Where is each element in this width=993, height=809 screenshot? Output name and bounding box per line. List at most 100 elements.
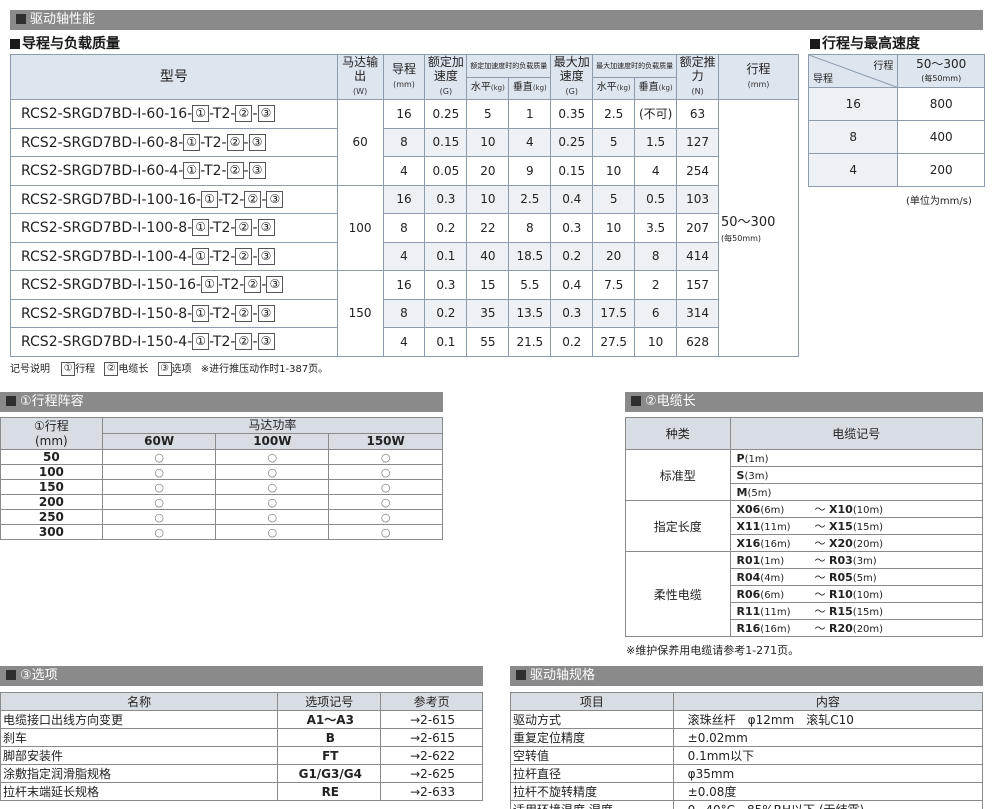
max-h-cell: 7.5	[592, 270, 636, 300]
max-v-cell: (不可)	[634, 99, 678, 129]
table-row: 柔性电缆 R01(1m) ～ R03(3m)	[625, 551, 984, 637]
header-option-code: 选项记号	[277, 692, 382, 711]
thrust-cell: 628	[676, 327, 720, 357]
header-item: 项目	[510, 692, 674, 711]
header-100w: 100W	[215, 433, 330, 450]
thrust-cell: 63	[676, 99, 720, 129]
circle-mark: ○	[215, 464, 330, 480]
lead-cell: 8	[382, 298, 426, 328]
speed-lead-cell: 8	[807, 120, 899, 154]
table-row: RCS2-SRGD7BD-I-60-8- ① -T2- ② - ③ 8 0.15 10 4…	[10, 127, 799, 157]
rated-h-cell: 20	[466, 156, 510, 186]
table-row: 16 800	[807, 87, 985, 121]
spec-item: 重复定位精度	[510, 728, 674, 747]
square-icon	[6, 396, 16, 406]
speed-value-cell: 400	[897, 120, 985, 154]
square-icon	[16, 14, 26, 24]
header-rated-accel: 额定加速度 (G)	[424, 54, 468, 100]
option-name: 刹车	[0, 728, 279, 747]
option-ref-link[interactable]: →2-615	[380, 728, 483, 747]
spec-item: 空转值	[510, 746, 674, 765]
header-max-accel: 最大加速度 (G)	[550, 54, 594, 100]
rated-v-cell: 18.5	[508, 241, 552, 271]
spec-content: 0.1mm以下	[672, 746, 984, 765]
table-row: 脚部安装件 FT →2-622	[0, 746, 483, 765]
speed-stroke-head: 50～300 (每50mm)	[897, 54, 985, 88]
section-bar-options: ③选项	[0, 666, 483, 686]
max-accel-cell: 0.2	[550, 327, 594, 357]
spec-content: ±0.02mm	[672, 728, 984, 747]
rated-v-cell: 5.5	[508, 270, 552, 300]
table-row: 50 ○ ○ ○	[0, 449, 443, 465]
thrust-cell: 157	[676, 270, 720, 300]
table-row: 指定长度 X06(6m) ～ X10(10m)	[625, 500, 984, 552]
max-h-cell: 5	[592, 184, 636, 214]
option-name: 拉杆末端延长规格	[0, 782, 279, 801]
thrust-cell: 314	[676, 298, 720, 328]
table-row: 100 ○ ○ ○	[0, 464, 443, 480]
max-v-cell: 10	[634, 327, 678, 357]
max-v-cell: 1.5	[634, 127, 678, 157]
option-ref-link[interactable]: →2-615	[380, 710, 483, 729]
rated-h-cell: 10	[466, 184, 510, 214]
header-max-horizontal: 水平(kg)	[592, 76, 636, 100]
header-lead: 导程 (mm)	[382, 54, 426, 100]
header-stroke: ①行程 (mm)	[0, 417, 103, 450]
stroke-cell: 200	[0, 494, 103, 510]
model-cell: RCS2-SRGD7BD-I-150-4- ① -T2- ② - ③	[10, 327, 338, 357]
table-row: 拉杆直径 φ35mm	[510, 764, 984, 783]
max-h-cell: 10	[592, 156, 636, 186]
thrust-cell: 103	[676, 184, 720, 214]
circle-mark: ○	[328, 479, 443, 495]
header-motor: 马达输出 (W)	[336, 54, 384, 100]
motor-cell: 100	[336, 184, 384, 271]
rated-v-cell: 2.5	[508, 184, 552, 214]
cable-code-cell: X11(11m) ～ X15(15m)	[729, 517, 984, 535]
max-h-cell: 10	[592, 213, 636, 243]
option-code: B	[277, 728, 382, 747]
lead-cell: 4	[382, 156, 426, 186]
max-accel-cell: 0.35	[550, 99, 594, 129]
max-h-cell: 5	[592, 127, 636, 157]
option-ref-link[interactable]: →2-625	[380, 764, 483, 783]
rated-v-cell: 1	[508, 99, 552, 129]
spec-content: 滚珠丝杆 φ12mm 滚轧C10	[672, 710, 984, 729]
option-name: 脚部安装件	[0, 746, 279, 765]
option-ref-link[interactable]: →2-622	[380, 746, 483, 765]
thrust-cell: 414	[676, 241, 720, 271]
circle-mark: ○	[328, 509, 443, 525]
circle-mark: ○	[328, 449, 443, 465]
table-row: 空转值 0.1mm以下	[510, 746, 984, 765]
cable-code-cell: R06(6m) ～ R10(10m)	[729, 585, 984, 603]
spec-item: 拉杆不旋转精度	[510, 782, 674, 801]
header-motor-power: 马达功率	[101, 417, 444, 434]
spec-table: 项目 内容 驱动方式 滚珠丝杆 φ12mm 滚轧C10 重复定位精度 ±0.02mm…	[510, 692, 984, 809]
max-h-cell: 17.5	[592, 298, 636, 328]
option-name: 电缆接口出线方向变更	[0, 710, 279, 729]
circle-mark: ○	[101, 494, 217, 510]
option-code: A1～A3	[277, 710, 382, 729]
cable-kind-flexible: 柔性电缆	[625, 551, 731, 637]
header-stroke: 行程 (mm)	[718, 54, 799, 100]
max-h-cell: 20	[592, 241, 636, 271]
table-row: 适用环境温度·湿度0~40°C、85%RH以下 (无结露)	[510, 800, 984, 809]
cable-code-cell: P(1m)	[729, 449, 984, 467]
option-ref-link[interactable]: →2-633	[380, 782, 483, 801]
model-cell: RCS2-SRGD7BD-I-150-16- ① -T2- ② - ③	[10, 270, 338, 300]
table-row: 8 400	[807, 120, 985, 154]
square-icon	[6, 670, 16, 680]
circle-mark: ○	[215, 509, 330, 525]
rated-accel-cell: 0.15	[424, 127, 468, 157]
motor-cell: 150	[336, 270, 384, 357]
max-v-cell: 3.5	[634, 213, 678, 243]
model-cell: RCS2-SRGD7BD-I-150-8- ① -T2- ② - ③	[10, 298, 338, 328]
rated-accel-cell: 0.3	[424, 184, 468, 214]
rated-h-cell: 5	[466, 99, 510, 129]
rated-accel-cell: 0.2	[424, 213, 468, 243]
max-v-cell: 0.5	[634, 184, 678, 214]
stroke-cell: 300	[0, 524, 103, 540]
thrust-cell: 207	[676, 213, 720, 243]
motor-cell: 60	[336, 99, 384, 186]
spec-item: 拉杆直径	[510, 764, 674, 783]
table-row: 刹车 B →2-615	[0, 728, 483, 747]
